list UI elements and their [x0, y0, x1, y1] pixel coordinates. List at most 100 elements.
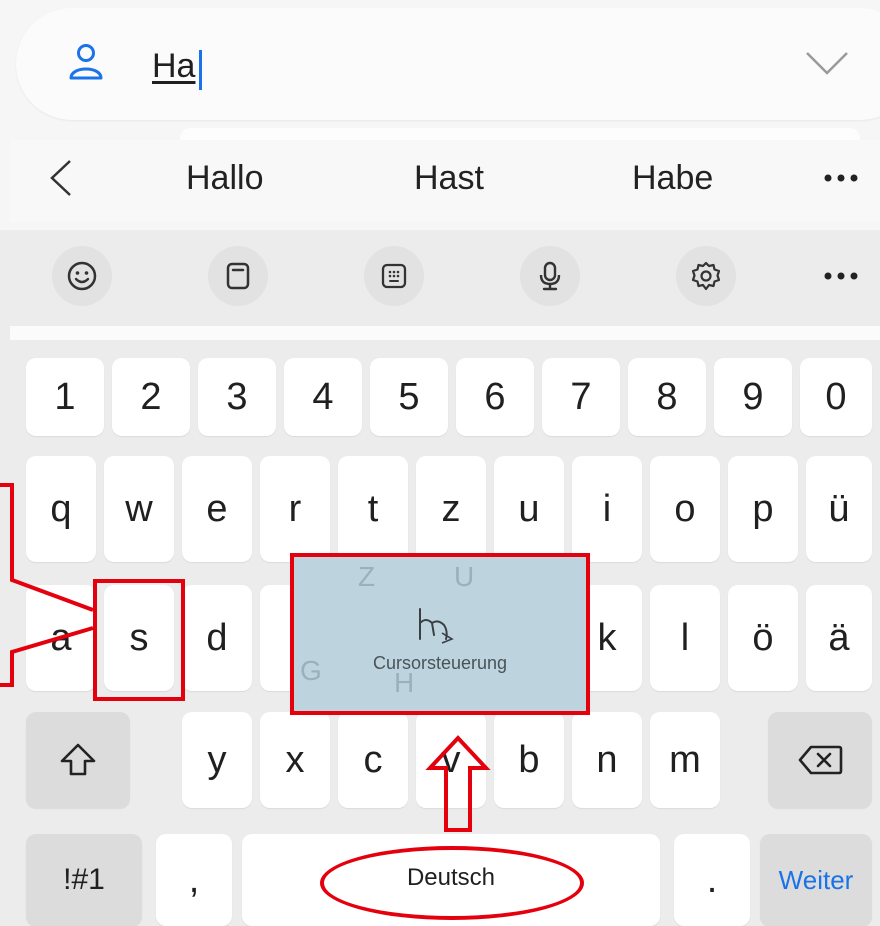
key-d[interactable]: d — [182, 585, 252, 691]
key-label: l — [680, 616, 690, 659]
recipient-field[interactable] — [16, 8, 880, 120]
key-9[interactable]: 9 — [714, 358, 792, 436]
period-key[interactable]: . — [674, 834, 750, 926]
key-label: ö — [752, 616, 774, 659]
symbols-key[interactable]: !#1 — [26, 834, 142, 926]
key-label: a — [50, 616, 72, 659]
key-label: 5 — [398, 375, 420, 418]
key-c[interactable]: c — [338, 712, 408, 808]
key-x[interactable]: x — [260, 712, 330, 808]
key-3[interactable]: 3 — [198, 358, 276, 436]
key-5[interactable]: 5 — [370, 358, 448, 436]
key-0[interactable]: 0 — [800, 358, 872, 436]
cursor-control-label: Cursorsteuerung — [372, 653, 508, 673]
chevron-down-icon[interactable] — [804, 48, 850, 78]
key-label: 4 — [312, 375, 334, 418]
ghost-key-label: U — [454, 561, 475, 592]
key-r[interactable]: r — [260, 456, 330, 562]
key-label: 2 — [140, 375, 162, 418]
text-cursor — [199, 50, 202, 90]
key-label: d — [206, 616, 228, 659]
key-v[interactable]: v — [416, 712, 486, 808]
key-label: u — [518, 487, 540, 530]
key-2[interactable]: 2 — [112, 358, 190, 436]
key-label: y — [207, 738, 227, 781]
ghost-key-label: Z — [358, 561, 376, 592]
settings-button[interactable] — [676, 246, 736, 306]
swipe-hand-icon — [419, 608, 454, 644]
key-i[interactable]: i — [572, 456, 642, 562]
key-o[interactable]: o — [650, 456, 720, 562]
key-y[interactable]: y — [182, 712, 252, 808]
key-p[interactable]: p — [728, 456, 798, 562]
keypad-icon — [381, 263, 407, 289]
gear-icon — [691, 261, 721, 291]
keyboard-mode-button[interactable] — [364, 246, 424, 306]
chevron-left-icon[interactable] — [48, 158, 74, 198]
key-label: x — [285, 738, 305, 781]
key-label: e — [206, 487, 228, 530]
key-q[interactable]: q — [26, 456, 96, 562]
microphone-icon — [539, 261, 561, 291]
key-n[interactable]: n — [572, 712, 642, 808]
key-w[interactable]: w — [104, 456, 174, 562]
key-label: 6 — [484, 375, 506, 418]
key-label: t — [367, 487, 379, 530]
key-oe[interactable]: ö — [728, 585, 798, 691]
key-label: . — [706, 858, 718, 901]
key-label: r — [288, 487, 302, 530]
key-l[interactable]: l — [650, 585, 720, 691]
key-label: v — [441, 738, 461, 781]
key-label: 3 — [226, 375, 248, 418]
key-4[interactable]: 4 — [284, 358, 362, 436]
key-b[interactable]: b — [494, 712, 564, 808]
key-label: ä — [828, 616, 850, 659]
key-label: p — [752, 487, 774, 530]
suggestion-3[interactable]: Habe — [632, 160, 713, 196]
key-label: Weiter — [778, 864, 854, 895]
key-label: 0 — [825, 375, 847, 418]
suggestion-2[interactable]: Hast — [414, 160, 484, 196]
keyboard-toolbar — [10, 232, 880, 326]
key-1[interactable]: 1 — [26, 358, 104, 436]
key-6[interactable]: 6 — [456, 358, 534, 436]
key-label: n — [596, 738, 618, 781]
key-8[interactable]: 8 — [628, 358, 706, 436]
backspace-icon — [798, 745, 843, 775]
suggestion-1[interactable]: Hallo — [186, 160, 263, 196]
more-options-icon[interactable] — [822, 268, 862, 284]
cursor-control-overlay: Z U G H Cursorsteuerung — [290, 553, 590, 715]
backspace-key[interactable] — [768, 712, 872, 808]
clipboard-button[interactable] — [208, 246, 268, 306]
key-label: c — [363, 738, 383, 781]
recipient-input[interactable]: Ha — [152, 46, 195, 86]
key-e[interactable]: e — [182, 456, 252, 562]
key-label: z — [441, 487, 461, 530]
key-7[interactable]: 7 — [542, 358, 620, 436]
key-label: 9 — [742, 375, 764, 418]
key-label: b — [518, 738, 540, 781]
key-label: 8 — [656, 375, 678, 418]
keyboard-divider — [10, 326, 880, 340]
key-u[interactable]: u — [494, 456, 564, 562]
comma-key[interactable]: , — [156, 834, 232, 926]
key-label: 7 — [570, 375, 592, 418]
key-m[interactable]: m — [650, 712, 720, 808]
person-icon — [69, 44, 103, 80]
key-t[interactable]: t — [338, 456, 408, 562]
annotation-oval-space — [320, 846, 584, 920]
key-label: i — [602, 487, 612, 530]
key-label: , — [188, 858, 200, 901]
next-key[interactable]: Weiter — [760, 834, 872, 926]
key-ue[interactable]: ü — [806, 456, 872, 562]
key-a[interactable]: a — [26, 585, 96, 691]
emoji-button[interactable] — [52, 246, 112, 306]
shift-key[interactable] — [26, 712, 130, 808]
voice-input-button[interactable] — [520, 246, 580, 306]
key-ae[interactable]: ä — [806, 585, 872, 691]
key-label: w — [125, 487, 153, 530]
key-label: k — [597, 616, 617, 659]
key-label: 1 — [54, 375, 76, 418]
key-z[interactable]: z — [416, 456, 486, 562]
more-suggestions-icon[interactable] — [822, 170, 862, 186]
